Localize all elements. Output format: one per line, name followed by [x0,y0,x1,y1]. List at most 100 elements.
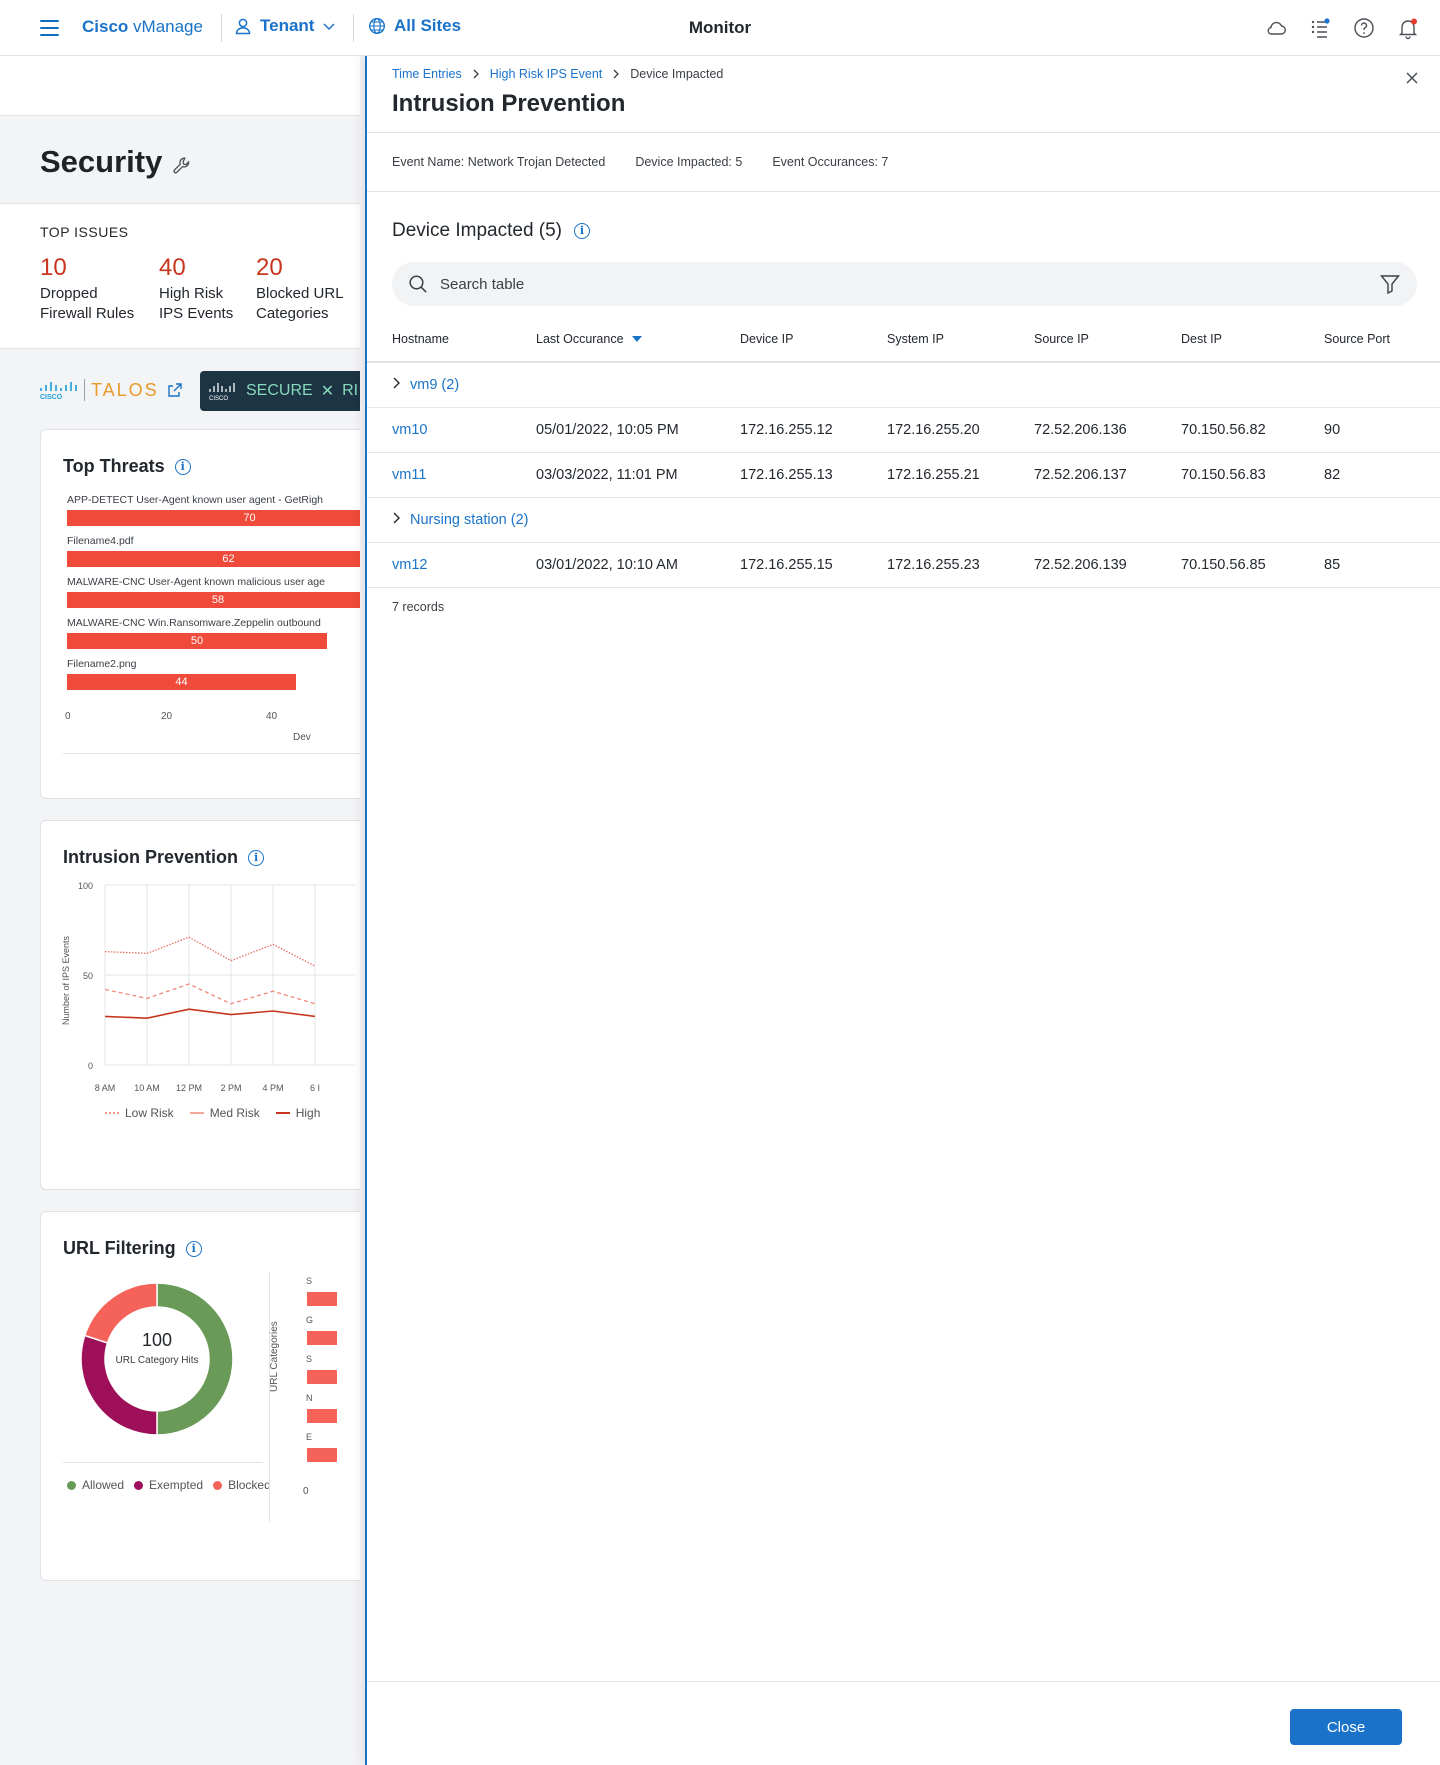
col-source-port[interactable]: Source Port [1324,316,1440,363]
category-bar[interactable] [307,1292,337,1306]
securex-link[interactable]: CISCO SECURE ✕ RI [200,371,360,411]
issue-dropped-firewall[interactable]: 10 Dropped Firewall Rules [40,254,134,324]
chart-divider [269,1272,270,1522]
close-icon[interactable] [1400,66,1424,90]
threat-bar[interactable]: 44 [67,674,296,690]
table-group-row[interactable]: vm9 (2) [367,362,1440,408]
category-label: E [306,1432,313,1442]
threat-row[interactable]: MALWARE-CNC Win.Ransomware.Zeppelin outb… [67,617,360,649]
threat-bar[interactable]: 62 [67,551,360,567]
header-divider [353,14,354,42]
group-label[interactable]: vm9 (2) [410,377,459,393]
all-sites-label: All Sites [394,16,462,35]
sort-desc-icon [631,336,642,343]
threat-row[interactable]: MALWARE-CNC User-Agent known malicious u… [67,576,360,608]
talos-link[interactable]: CISCO TALOS [38,379,183,401]
user-icon [235,18,251,35]
table-row[interactable]: vm10 05/01/2022, 10:05 PM 172.16.255.12 172… [367,407,1440,453]
legend-med-risk[interactable]: Med Risk [189,1106,260,1120]
info-icon[interactable]: i [248,849,265,866]
threat-row[interactable]: APP-DETECT User-Agent known user agent -… [67,494,360,526]
chevron-right-icon [473,69,479,79]
series-line-high-risk[interactable] [104,1008,316,1020]
x-tick: 10 AM [134,1083,160,1093]
chevron-right-icon[interactable] [392,377,402,389]
x-tick: 0 [303,1486,309,1497]
col-device-ip[interactable]: Device IP [740,316,887,363]
brand-logo[interactable]: Cisco vManage [82,17,203,37]
cell-last-occurance: 03/03/2022, 11:01 PM [536,452,740,498]
hamburger-menu-icon[interactable] [40,20,59,36]
filter-icon[interactable] [1379,273,1401,295]
breadcrumb-high-risk-ips[interactable]: High Risk IPS Event [490,67,603,81]
category-bar[interactable] [307,1448,337,1462]
chevron-right-icon[interactable] [392,512,402,524]
cloud-icon[interactable] [1264,16,1288,40]
category-bar[interactable] [307,1409,337,1423]
breadcrumb: Time Entries High Risk IPS Event Device … [392,67,723,81]
tenant-selector[interactable]: Tenant [234,16,336,36]
threat-bar[interactable]: 50 [67,633,327,649]
threat-row[interactable]: Filename4.pdf 62 [67,535,360,567]
cell-device-ip: 172.16.255.15 [740,542,887,588]
task-list-icon[interactable] [1308,16,1332,40]
cell-last-occurance: 03/01/2022, 10:10 AM [536,542,740,588]
legend-low-risk[interactable]: Low Risk [105,1106,174,1120]
group-label[interactable]: Nursing station (2) [410,512,528,528]
info-icon[interactable]: i [174,458,191,475]
cell-hostname[interactable]: vm11 [367,452,536,498]
issue-label: Dropped [40,285,98,302]
wrench-icon[interactable] [172,156,192,176]
category-bar[interactable] [307,1370,337,1384]
cell-dest-ip: 70.150.56.83 [1181,452,1324,498]
col-source-ip[interactable]: Source IP [1034,316,1181,363]
cisco-logo-icon: CISCO [209,383,235,401]
legend-high-risk[interactable]: High [275,1106,320,1120]
threat-bar[interactable]: 58 [67,592,360,608]
table-group-row[interactable]: Nursing station (2) [367,497,1440,543]
help-icon[interactable] [1352,16,1376,40]
y-tick: 100 [78,881,93,891]
col-hostname[interactable]: Hostname [367,316,536,363]
table-row[interactable]: vm11 03/03/2022, 11:01 PM 172.16.255.13 172… [367,452,1440,498]
cell-last-occurance: 05/01/2022, 10:05 PM [536,407,740,453]
category-label: S [306,1276,313,1286]
issue-high-risk-ips[interactable]: 40 High Risk IPS Events [159,254,233,324]
info-icon[interactable]: i [574,223,591,239]
threat-row[interactable]: Filename2.png 44 [67,658,360,690]
card-title: Top Threats [63,456,165,476]
threat-label: MALWARE-CNC User-Agent known malicious u… [67,576,325,588]
close-button[interactable]: Close [1290,1709,1402,1745]
cell-hostname[interactable]: vm12 [367,542,536,588]
info-icon[interactable]: i [185,1240,202,1257]
cisco-logo-icon: CISCO [40,382,77,400]
x-tick: 20 [161,711,173,722]
series-line-low-risk[interactable] [104,936,316,967]
table-row[interactable]: vm12 03/01/2022, 10:10 AM 172.16.255.15 172… [367,542,1440,588]
breadcrumb-current: Device Impacted [630,67,724,81]
legend-blocked[interactable]: Blocked [213,1478,271,1492]
category-bar[interactable] [307,1331,337,1345]
security-dashboard: Security TOP ISSUES 10 Dropped Firewall … [0,56,360,1765]
breadcrumb-time-entries[interactable]: Time Entries [392,67,462,81]
drawer-title: Intrusion Prevention [392,90,626,117]
all-sites-selector[interactable]: All Sites [368,16,461,36]
col-last-occurance[interactable]: Last Occurance [536,316,740,363]
legend-allowed[interactable]: Allowed [67,1478,124,1492]
col-dest-ip[interactable]: Dest IP [1181,316,1324,363]
col-system-ip[interactable]: System IP [887,316,1034,363]
issue-count: 40 [159,254,186,281]
header-divider [221,14,222,42]
cell-system-ip: 172.16.255.23 [887,542,1034,588]
threat-bar[interactable]: 70 [67,510,360,526]
issue-blocked-url[interactable]: 20 Blocked URL Categories [256,254,344,324]
event-summary: Event Name: Network Trojan Detected Devi… [367,132,1440,192]
search-input[interactable] [440,275,1379,293]
legend-exempted[interactable]: Exempted [134,1478,203,1492]
cell-hostname[interactable]: vm10 [367,407,536,453]
card-title: URL Filtering [63,1238,176,1258]
cell-source-port: 90 [1324,407,1440,453]
notification-bell-icon[interactable] [1396,16,1420,40]
chevron-down-icon [323,23,335,31]
series-line-med-risk[interactable] [104,983,316,1005]
